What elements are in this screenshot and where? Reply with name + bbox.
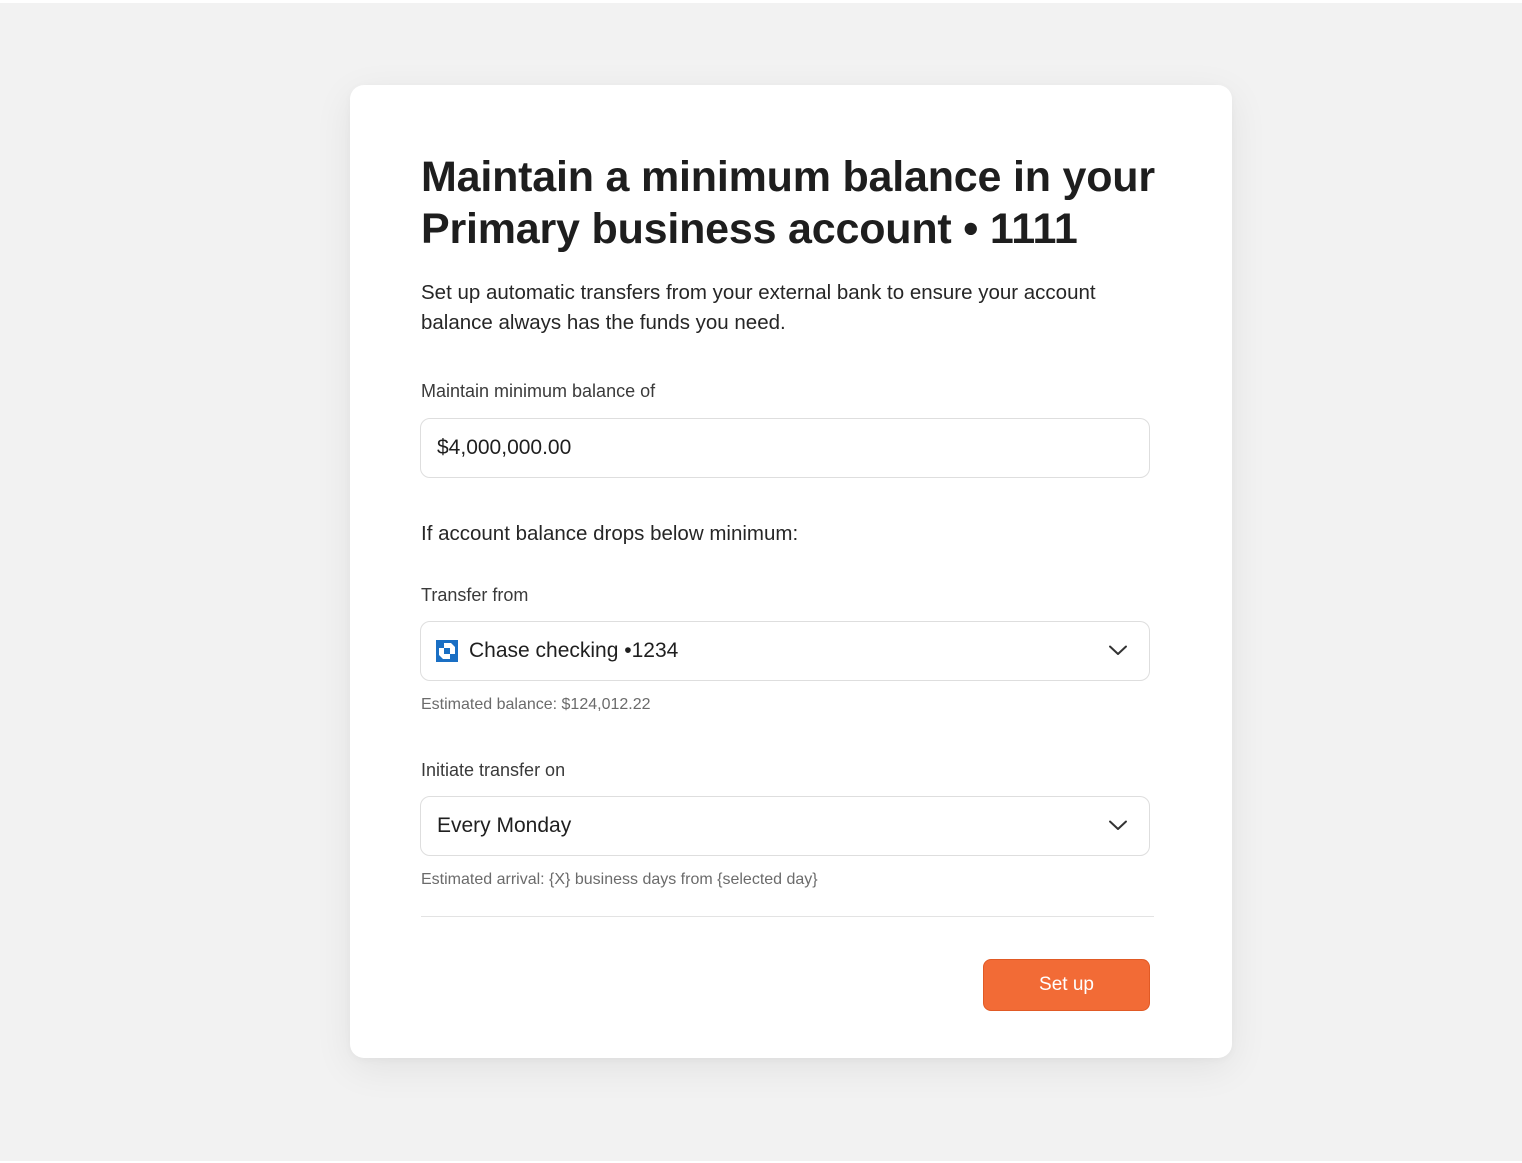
top-edge — [0, 0, 1522, 3]
page-title: Maintain a minimum balance in your Prima… — [421, 153, 1155, 253]
estimated-arrival-text: Estimated arrival: {X} business days fro… — [421, 871, 818, 888]
transfer-from-label: Transfer from — [421, 585, 529, 605]
minimum-balance-card: Maintain a minimum balance in your Prima… — [350, 85, 1232, 1058]
chevron-down-icon — [1109, 645, 1127, 655]
page-description: Set up automatic transfers from your ext… — [421, 281, 1096, 334]
min-balance-field[interactable] — [420, 418, 1150, 478]
set-up-button[interactable]: Set up — [983, 959, 1150, 1011]
transfer-from-select[interactable]: Chase checking •1234 — [420, 621, 1150, 681]
initiate-transfer-value: Every Monday — [437, 814, 572, 837]
initiate-transfer-label: Initiate transfer on — [421, 760, 566, 780]
min-balance-label: Maintain minimum balance of — [421, 381, 656, 401]
initiate-transfer-select[interactable]: Every Monday — [420, 796, 1150, 856]
chevron-down-icon — [1109, 820, 1127, 830]
estimated-balance-text: Estimated balance: $124,012.22 — [421, 696, 651, 713]
transfer-from-value: Chase checking •1234 — [469, 639, 679, 662]
condition-text: If account balance drops below minimum: — [421, 522, 799, 545]
divider — [421, 916, 1154, 917]
chase-bank-icon — [436, 640, 458, 662]
min-balance-input[interactable] — [421, 419, 1149, 477]
